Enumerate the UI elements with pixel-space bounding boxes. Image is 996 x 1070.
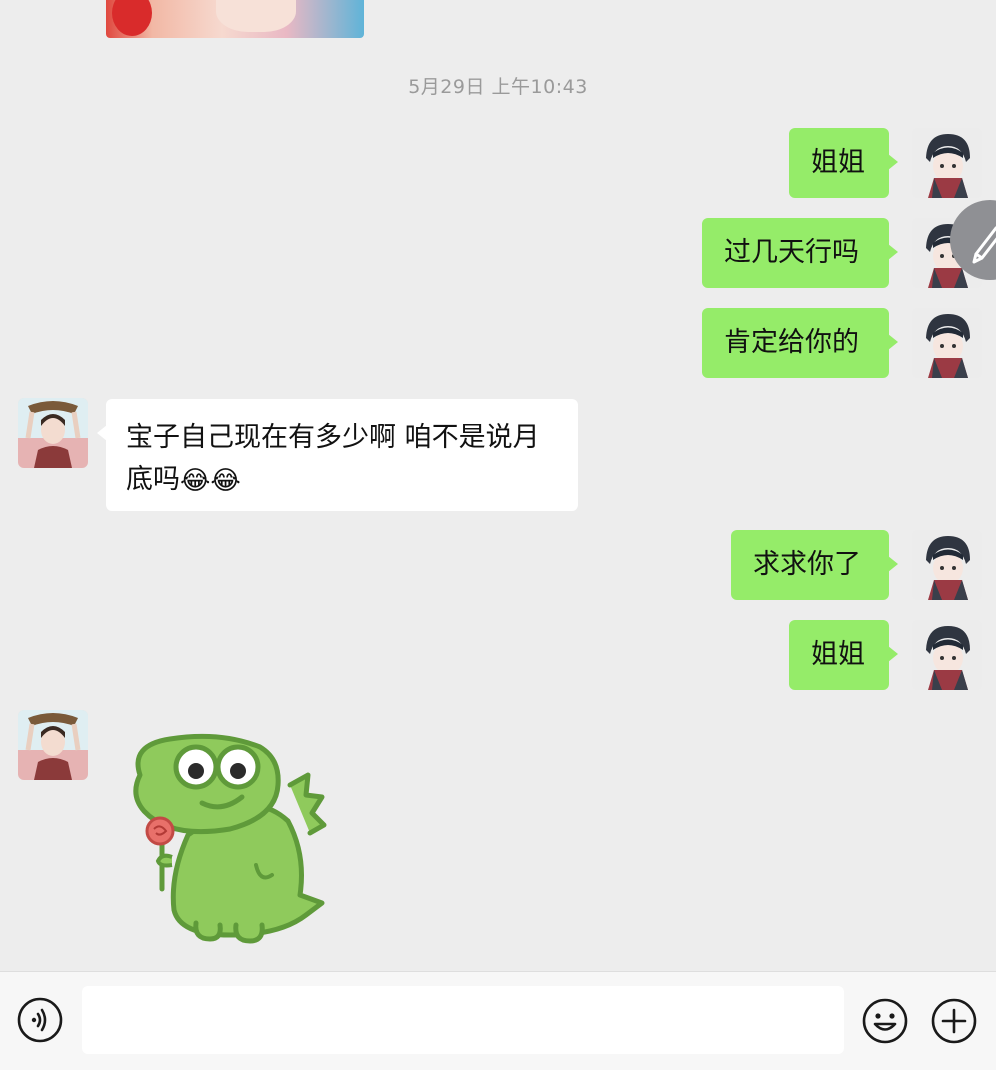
shared-photo-partial[interactable] [106,0,364,38]
message-bubble-received[interactable]: 宝子自己现在有多少啊 咱不是说月底吗😂😂 [97,399,578,511]
more-options-button[interactable] [930,997,978,1045]
message-bubble-sent[interactable]: 姐姐 [789,620,898,690]
emoji-button[interactable] [861,997,909,1045]
contact-avatar[interactable] [18,710,88,780]
voice-icon [17,997,63,1043]
message-bubble-sent[interactable]: 姐姐 [789,128,898,198]
message-timestamp: 5月29日 上午10:43 [408,76,588,98]
message-input[interactable] [82,986,844,1054]
my-avatar[interactable] [912,620,982,690]
pencil-icon [972,226,996,264]
voice-input-button[interactable] [17,997,63,1043]
edit-floating-button[interactable] [950,200,996,280]
my-avatar[interactable] [912,308,982,378]
my-avatar[interactable] [912,128,982,198]
dinosaur-sticker[interactable] [110,725,340,950]
contact-avatar[interactable] [18,398,88,468]
message-bubble-sent[interactable]: 过几天行吗 [702,218,898,288]
my-avatar[interactable] [912,530,982,600]
message-bubble-sent[interactable]: 求求你了 [731,530,898,600]
plus-icon [931,998,977,1044]
message-bubble-sent[interactable]: 肯定给你的 [702,308,898,378]
emoji-icon [862,998,908,1044]
laughing-tears-emoji: 😂😂 [180,465,241,496]
